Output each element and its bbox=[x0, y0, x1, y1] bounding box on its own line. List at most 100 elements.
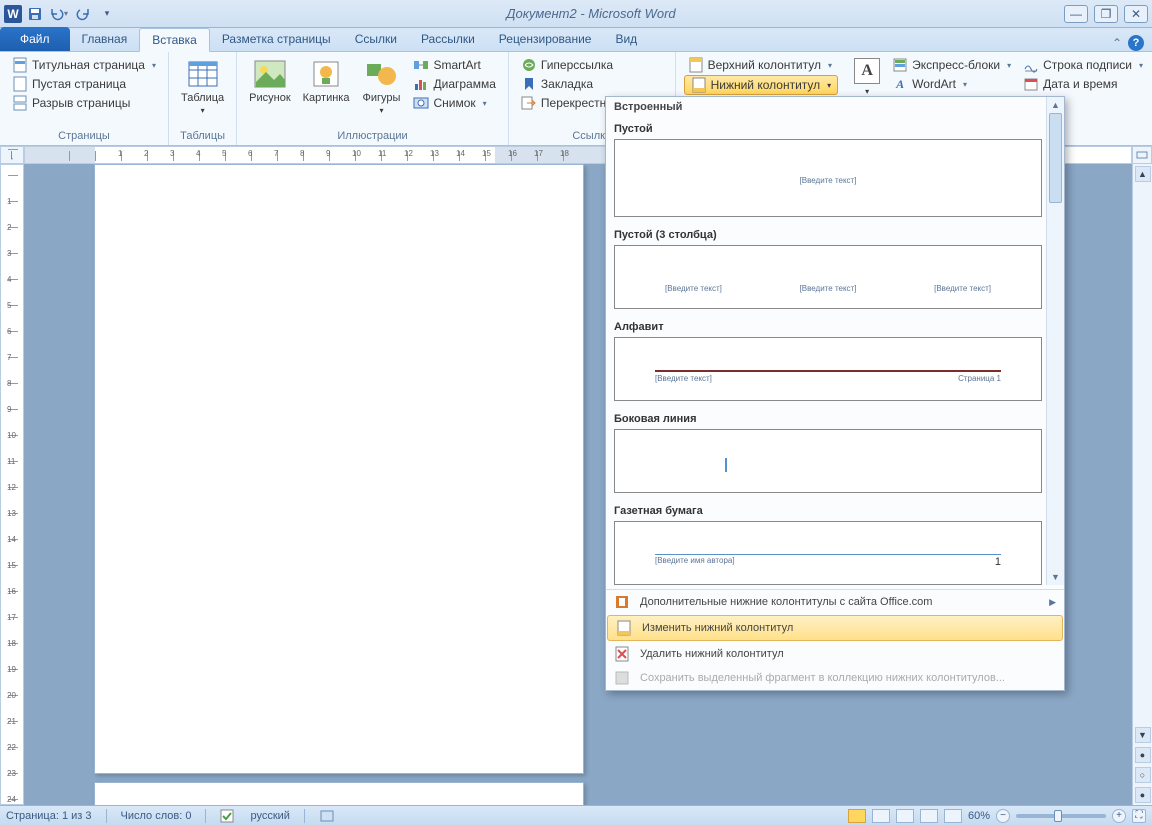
status-language[interactable]: русский bbox=[250, 810, 289, 822]
gallery-scroll-down[interactable]: ▼ bbox=[1047, 569, 1064, 585]
table-button[interactable]: Таблица▾ bbox=[177, 56, 228, 119]
zoom-thumb[interactable] bbox=[1054, 810, 1062, 822]
zoom-out[interactable]: − bbox=[996, 809, 1010, 823]
clipart-button[interactable]: Картинка bbox=[299, 56, 354, 106]
side-line bbox=[725, 458, 727, 472]
redo-button[interactable] bbox=[72, 3, 94, 25]
bookmark-button[interactable]: Закладка bbox=[517, 75, 667, 93]
status-zoom-value[interactable]: 60% bbox=[968, 810, 990, 822]
help-button[interactable]: ? bbox=[1128, 35, 1144, 51]
clipart-label: Картинка bbox=[303, 92, 350, 104]
gallery-scrollbar[interactable]: ▲ ▼ bbox=[1046, 97, 1064, 585]
tab-home[interactable]: Главная bbox=[70, 27, 140, 51]
tab-mailings[interactable]: Рассылки bbox=[409, 27, 487, 51]
next-page[interactable]: ● bbox=[1135, 787, 1151, 803]
quickparts-button[interactable]: Экспресс-блоки bbox=[888, 56, 1015, 74]
status-proofing[interactable] bbox=[220, 809, 236, 823]
quickparts-icon bbox=[892, 57, 908, 73]
tab-file[interactable]: Файл bbox=[0, 27, 70, 51]
vertical-scrollbar[interactable]: ▲ ▼ ● ○ ● bbox=[1132, 164, 1152, 805]
view-outline[interactable] bbox=[920, 809, 938, 823]
qat-customize[interactable]: ▾ bbox=[96, 3, 118, 25]
view-print-layout[interactable] bbox=[848, 809, 866, 823]
blank-page-button[interactable]: Пустая страница bbox=[8, 75, 160, 93]
cmd-edit-label: Изменить нижний колонтитул bbox=[642, 622, 793, 634]
cmd-edit-footer[interactable]: Изменить нижний колонтитул bbox=[607, 615, 1063, 641]
restore-button[interactable]: ❐ bbox=[1094, 5, 1118, 23]
screenshot-button[interactable]: Снимок bbox=[409, 94, 499, 112]
gallery-item-side[interactable] bbox=[614, 429, 1042, 493]
view-full-screen[interactable] bbox=[872, 809, 890, 823]
scroll-up[interactable]: ▲ bbox=[1135, 166, 1151, 182]
status-macro[interactable] bbox=[319, 809, 335, 823]
tab-references[interactable]: Ссылки bbox=[343, 27, 409, 51]
gallery-item-blank3-label: Пустой (3 столбца) bbox=[614, 221, 1042, 245]
status-page[interactable]: Страница: 1 из 3 bbox=[6, 810, 92, 822]
gallery-item-blank-label: Пустой bbox=[614, 115, 1042, 139]
datetime-button[interactable]: Дата и время bbox=[1019, 75, 1147, 93]
scroll-down[interactable]: ▼ bbox=[1135, 727, 1151, 743]
cover-page-icon bbox=[12, 57, 28, 73]
wordart-icon: A bbox=[892, 76, 908, 92]
zoom-slider[interactable] bbox=[1016, 814, 1106, 818]
view-draft[interactable] bbox=[944, 809, 962, 823]
page-2[interactable] bbox=[94, 782, 584, 805]
gallery-item-news[interactable]: [Введите имя автора] 1 bbox=[614, 521, 1042, 585]
gallery-scroll-thumb[interactable] bbox=[1049, 113, 1062, 203]
browse-object[interactable]: ○ bbox=[1135, 767, 1151, 783]
zoom-fit[interactable]: ⛶ bbox=[1132, 809, 1146, 823]
gallery-scroll-up[interactable]: ▲ bbox=[1047, 97, 1064, 113]
footer-icon bbox=[691, 77, 707, 93]
office-icon bbox=[614, 594, 630, 610]
chart-button[interactable]: Диаграмма bbox=[409, 75, 499, 93]
shapes-icon bbox=[365, 58, 397, 90]
footer-label: Нижний колонтитул bbox=[711, 78, 821, 92]
tab-layout[interactable]: Разметка страницы bbox=[210, 27, 343, 51]
header-button[interactable]: Верхний колонтитул bbox=[684, 56, 839, 74]
sigline-icon bbox=[1023, 57, 1039, 73]
clipart-icon bbox=[310, 58, 342, 90]
quickparts-label: Экспресс-блоки bbox=[912, 58, 1000, 72]
gallery-item-blank3[interactable]: [Введите текст] [Введите текст] [Введите… bbox=[614, 245, 1042, 309]
macro-icon bbox=[319, 809, 335, 823]
view-web-layout[interactable] bbox=[896, 809, 914, 823]
wordart-button[interactable]: AWordArt bbox=[888, 75, 1015, 93]
hyperlink-label: Гиперссылка bbox=[541, 58, 613, 72]
gallery-item-alpha[interactable]: [Введите текст] Страница 1 bbox=[614, 337, 1042, 401]
footer-button[interactable]: Нижний колонтитул▾ bbox=[684, 75, 839, 95]
status-words[interactable]: Число слов: 0 bbox=[121, 810, 192, 822]
ribbon-minimize[interactable]: ⌃ bbox=[1112, 36, 1122, 50]
cmd-office-footers[interactable]: Дополнительные нижние колонтитулы с сайт… bbox=[606, 590, 1064, 614]
cover-page-button[interactable]: Титульная страница bbox=[8, 56, 160, 74]
tab-view[interactable]: Вид bbox=[603, 27, 649, 51]
smartart-button[interactable]: SmartArt bbox=[409, 56, 499, 74]
word-icon: W bbox=[4, 5, 22, 23]
tab-insert[interactable]: Вставка bbox=[139, 28, 210, 52]
gallery-item-blank[interactable]: [Введите текст] bbox=[614, 139, 1042, 217]
hyperlink-button[interactable]: Гиперссылка bbox=[517, 56, 667, 74]
ruler-toggle-icon bbox=[1136, 149, 1148, 161]
vertical-ruler[interactable]: 1234567891011121314151617181920212223242… bbox=[0, 164, 24, 805]
zoom-in[interactable]: + bbox=[1112, 809, 1126, 823]
picture-button[interactable]: Рисунок bbox=[245, 56, 295, 106]
prev-page[interactable]: ● bbox=[1135, 747, 1151, 763]
smartart-icon bbox=[413, 57, 429, 73]
screenshot-icon bbox=[413, 95, 429, 111]
shapes-label: Фигуры bbox=[363, 92, 401, 104]
sigline-button[interactable]: Строка подписи bbox=[1019, 56, 1147, 74]
picture-label: Рисунок bbox=[249, 92, 291, 104]
textbox-button[interactable]: A▾ bbox=[850, 56, 884, 100]
save-button[interactable] bbox=[24, 3, 46, 25]
page-1[interactable] bbox=[94, 164, 584, 774]
cover-page-label: Титульная страница bbox=[32, 58, 145, 72]
page-break-button[interactable]: Разрыв страницы bbox=[8, 94, 160, 112]
tab-review[interactable]: Рецензирование bbox=[487, 27, 604, 51]
minimize-button[interactable]: — bbox=[1064, 5, 1088, 23]
shapes-button[interactable]: Фигуры▾ bbox=[357, 56, 405, 119]
ruler-toggle[interactable] bbox=[1132, 146, 1152, 164]
chart-icon bbox=[413, 76, 429, 92]
close-button[interactable]: ✕ bbox=[1124, 5, 1148, 23]
datetime-label: Дата и время bbox=[1043, 77, 1117, 91]
undo-button[interactable]: ▾ bbox=[48, 3, 70, 25]
cmd-remove-footer[interactable]: Удалить нижний колонтитул bbox=[606, 642, 1064, 666]
